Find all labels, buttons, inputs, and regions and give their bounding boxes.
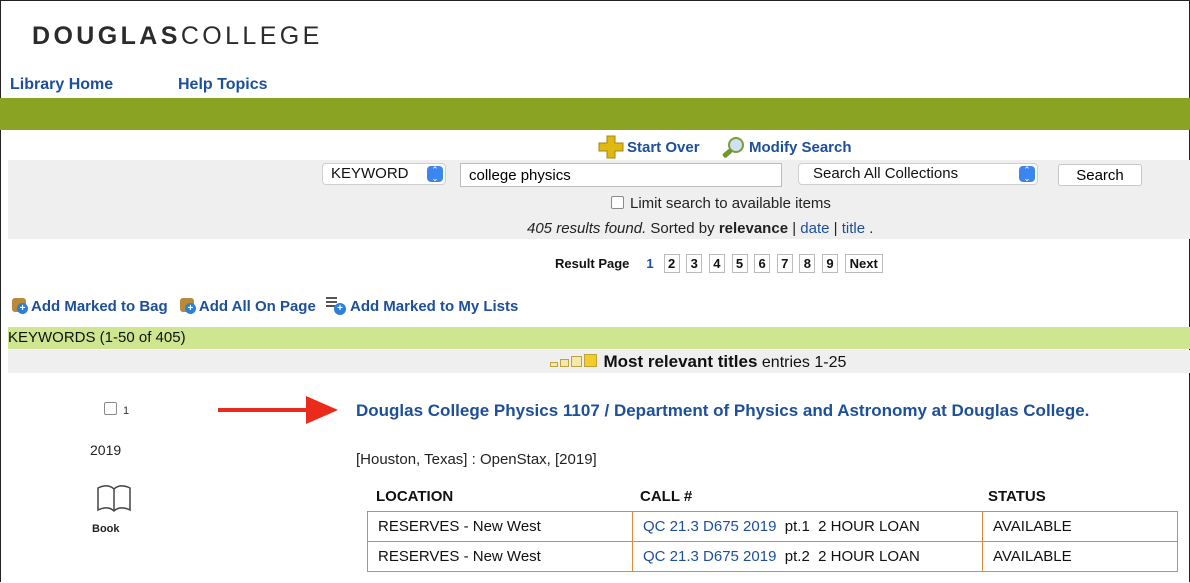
page-6[interactable]: 6 bbox=[754, 254, 771, 273]
holding-location: RESERVES - New West bbox=[367, 511, 633, 542]
annotation-arrow bbox=[218, 408, 308, 412]
holding-status: AVAILABLE bbox=[982, 511, 1178, 542]
page-1: 1 bbox=[643, 255, 658, 272]
page-4[interactable]: 4 bbox=[708, 254, 725, 273]
result-year: 2019 bbox=[90, 442, 122, 458]
collection-select[interactable]: Search All Collections ⌃ ⌄ bbox=[798, 163, 1038, 185]
pagination: Result Page 1 2 3 4 5 6 7 8 9 Next bbox=[555, 254, 886, 273]
bulk-actions: + Add Marked to Bag + Add All On Page + Add… bbox=[10, 295, 524, 315]
book-icon bbox=[96, 480, 132, 525]
table-row: RESERVES - New West QC 21.3 D675 2019 pt… bbox=[367, 511, 1178, 542]
search-input[interactable] bbox=[460, 163, 782, 187]
holdings-table: RESERVES - New West QC 21.3 D675 2019 pt… bbox=[367, 511, 1178, 572]
limit-checkbox[interactable] bbox=[611, 196, 624, 209]
holdings-header-location: LOCATION bbox=[376, 488, 454, 505]
relevance-heading: Most relevant titles entries 1-25 bbox=[550, 352, 846, 372]
bag-add-icon: + bbox=[178, 296, 196, 314]
table-row: RESERVES - New West QC 21.3 D675 2019 pt… bbox=[367, 541, 1178, 572]
bag-add-icon: + bbox=[10, 296, 28, 314]
start-over-link[interactable]: Start Over bbox=[627, 139, 700, 156]
format-label: Book bbox=[92, 523, 120, 535]
holding-status: AVAILABLE bbox=[982, 541, 1178, 572]
page-3[interactable]: 3 bbox=[686, 254, 703, 273]
modify-search-link[interactable]: Modify Search bbox=[749, 139, 852, 156]
result-title-link[interactable]: Douglas College Physics 1107 / Departmen… bbox=[356, 401, 1089, 421]
page-9[interactable]: 9 bbox=[822, 254, 839, 273]
holding-location: RESERVES - New West bbox=[367, 541, 633, 572]
search-button[interactable]: Search bbox=[1058, 164, 1142, 186]
sort-date-link[interactable]: date bbox=[800, 220, 829, 237]
result-checkbox[interactable] bbox=[104, 402, 117, 415]
results-summary: 405 results found. Sorted by relevance |… bbox=[527, 220, 874, 237]
relevance-meter-icon bbox=[550, 354, 599, 371]
holdings-header-status: STATUS bbox=[988, 488, 1046, 505]
college-logo: DOUGLASCOLLEGE bbox=[32, 22, 323, 50]
add-marked-to-bag-button[interactable]: + Add Marked to Bag bbox=[10, 296, 168, 315]
page-8[interactable]: 8 bbox=[799, 254, 816, 273]
keywords-bar: KEYWORDS (1-50 of 405) bbox=[8, 327, 1190, 349]
holding-call-number: QC 21.3 D675 2019 pt.1 2 HOUR LOAN bbox=[632, 511, 983, 542]
nav-help-topics[interactable]: Help Topics bbox=[178, 76, 268, 94]
call-number-link[interactable]: QC 21.3 D675 2019 bbox=[643, 548, 776, 565]
next-page-button[interactable]: Next bbox=[844, 254, 883, 273]
list-add-icon: + bbox=[325, 295, 346, 315]
sort-title-link[interactable]: title bbox=[842, 220, 865, 237]
page-5[interactable]: 5 bbox=[731, 254, 748, 273]
select-arrows-icon: ⌃ ⌄ bbox=[427, 166, 443, 183]
select-arrows-icon: ⌃ ⌄ bbox=[1019, 166, 1035, 183]
nav-library-home[interactable]: Library Home bbox=[10, 76, 113, 94]
result-publisher: [Houston, Texas] : OpenStax, [2019] bbox=[356, 451, 597, 468]
holding-call-number: QC 21.3 D675 2019 pt.2 2 HOUR LOAN bbox=[632, 541, 983, 572]
limit-available-option[interactable]: Limit search to available items bbox=[611, 195, 831, 212]
call-number-link[interactable]: QC 21.3 D675 2019 bbox=[643, 518, 776, 535]
search-type-select[interactable]: KEYWORD ⌃ ⌄ bbox=[322, 163, 446, 185]
holdings-header-call: CALL # bbox=[640, 488, 693, 505]
result-mark[interactable]: 1 bbox=[104, 402, 129, 417]
add-all-on-page-button[interactable]: + Add All On Page bbox=[178, 296, 316, 315]
header-bar bbox=[0, 98, 1190, 130]
page-2[interactable]: 2 bbox=[663, 254, 680, 273]
add-marked-to-lists-button[interactable]: + Add Marked to My Lists bbox=[325, 295, 518, 315]
page-7[interactable]: 7 bbox=[776, 254, 793, 273]
annotation-arrow-head bbox=[306, 396, 338, 424]
